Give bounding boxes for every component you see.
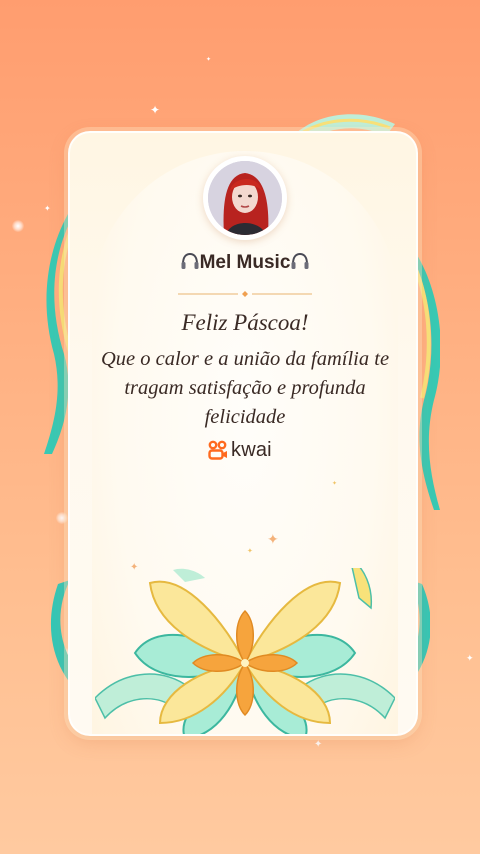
username-row: Mel Music — [70, 252, 416, 274]
sparkle-icon: ✦ — [206, 56, 212, 63]
username-label: Mel Music — [199, 252, 291, 273]
headphones-icon — [291, 252, 309, 269]
kwai-logo-icon — [208, 440, 227, 460]
sparkle-dot — [12, 220, 24, 232]
ornament-divider — [178, 291, 312, 297]
sparkle-icon: ✦ — [247, 547, 253, 555]
sparkle-dot — [56, 512, 68, 524]
sparkle-icon: ✦ — [44, 204, 51, 213]
greeting-card: Mel Music Feliz Páscoa! Que o calor e a … — [68, 131, 418, 736]
greeting-message: Que o calor e a união da família te trag… — [100, 348, 390, 428]
flower-ornament — [95, 568, 395, 734]
greeting-title: Feliz Páscoa! — [181, 310, 309, 335]
sparkle-icon: ✦ — [150, 103, 161, 117]
avatar[interactable] — [203, 156, 287, 240]
sparkle-icon: ✦ — [466, 654, 474, 664]
headphones-icon — [181, 252, 199, 269]
sparkle-icon: ✦ — [332, 480, 338, 487]
brand-row: kwai — [208, 439, 272, 461]
brand-label: kwai — [231, 438, 272, 461]
sparkle-icon: ✦ — [314, 739, 323, 750]
avatar-image — [208, 161, 282, 235]
avatar-portrait-illustration — [208, 161, 282, 235]
sparkle-icon: ✦ — [267, 532, 279, 548]
